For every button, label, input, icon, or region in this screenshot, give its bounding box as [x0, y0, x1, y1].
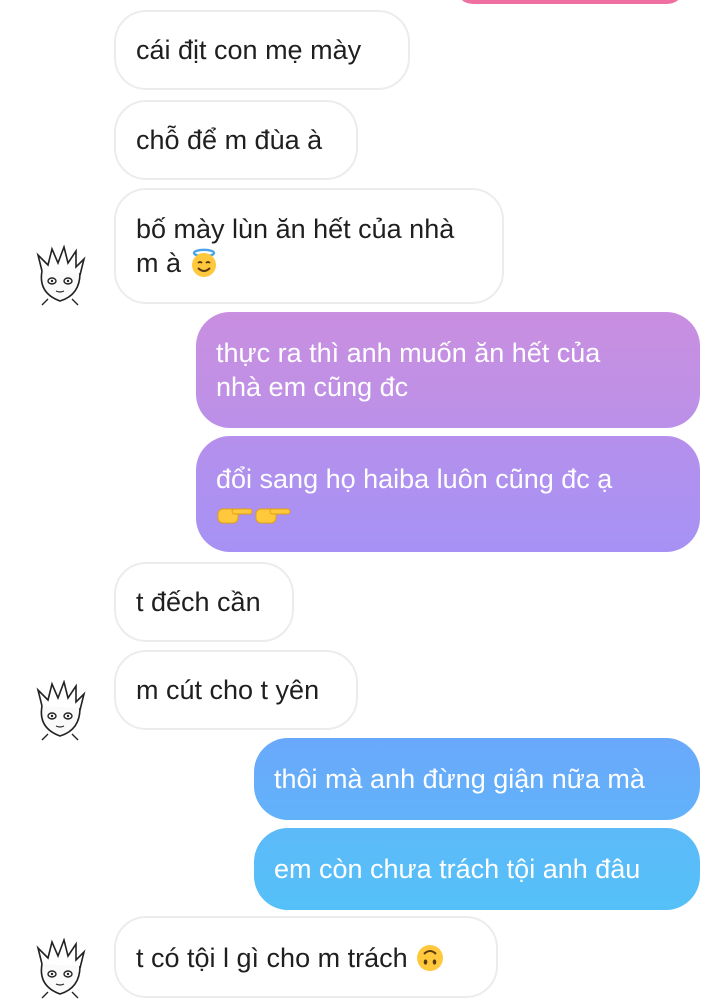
message-text: t đếch cần: [136, 587, 261, 617]
message-text: bố mày lùn ăn hết của nhà: [136, 214, 455, 244]
contact-avatar[interactable]: [30, 679, 90, 742]
previous-message-edge: [455, 0, 685, 4]
incoming-message-bubble[interactable]: m cút cho t yên: [114, 650, 358, 730]
halo-smile-emoji-icon: [189, 248, 219, 286]
outgoing-message-bubble[interactable]: em còn chưa trách tội anh đâu: [254, 828, 700, 910]
anime-avatar-icon: [36, 244, 86, 306]
message-text-line2: m à: [136, 248, 182, 278]
upside-down-face-emoji-icon: [415, 943, 445, 981]
outgoing-message-bubble[interactable]: thực ra thì anh muốn ăn hết của nhà em c…: [196, 312, 700, 428]
message-text: thôi mà anh đừng giận nữa mà: [274, 764, 645, 794]
outgoing-message-bubble[interactable]: đổi sang họ haiba luôn cũng đc ạ: [196, 436, 700, 552]
incoming-message-bubble[interactable]: cái địt con mẹ mày: [114, 10, 410, 90]
message-text-line2: nhà em cũng đc: [216, 372, 409, 402]
anime-avatar-icon: [36, 937, 86, 999]
outgoing-message-bubble[interactable]: thôi mà anh đừng giận nữa mà: [254, 738, 700, 820]
contact-avatar[interactable]: [30, 937, 90, 1000]
pointing-right-emoji-icon: [216, 500, 292, 538]
message-text: chỗ để m đùa à: [136, 125, 323, 155]
message-text: t có tội l gì cho m trách: [136, 943, 408, 973]
message-text: em còn chưa trách tội anh đâu: [274, 854, 641, 884]
incoming-message-bubble[interactable]: chỗ để m đùa à: [114, 100, 358, 180]
message-text: thực ra thì anh muốn ăn hết của: [216, 338, 601, 368]
message-text: cái địt con mẹ mày: [136, 35, 362, 65]
message-text: m cút cho t yên: [136, 675, 320, 705]
message-text: đổi sang họ haiba luôn cũng đc ạ: [216, 464, 613, 494]
incoming-message-bubble[interactable]: t có tội l gì cho m trách: [114, 916, 498, 998]
incoming-message-bubble[interactable]: t đếch cần: [114, 562, 294, 642]
incoming-message-bubble[interactable]: bố mày lùn ăn hết của nhà m à: [114, 188, 504, 304]
anime-avatar-icon: [36, 679, 86, 741]
contact-avatar[interactable]: [30, 244, 90, 307]
